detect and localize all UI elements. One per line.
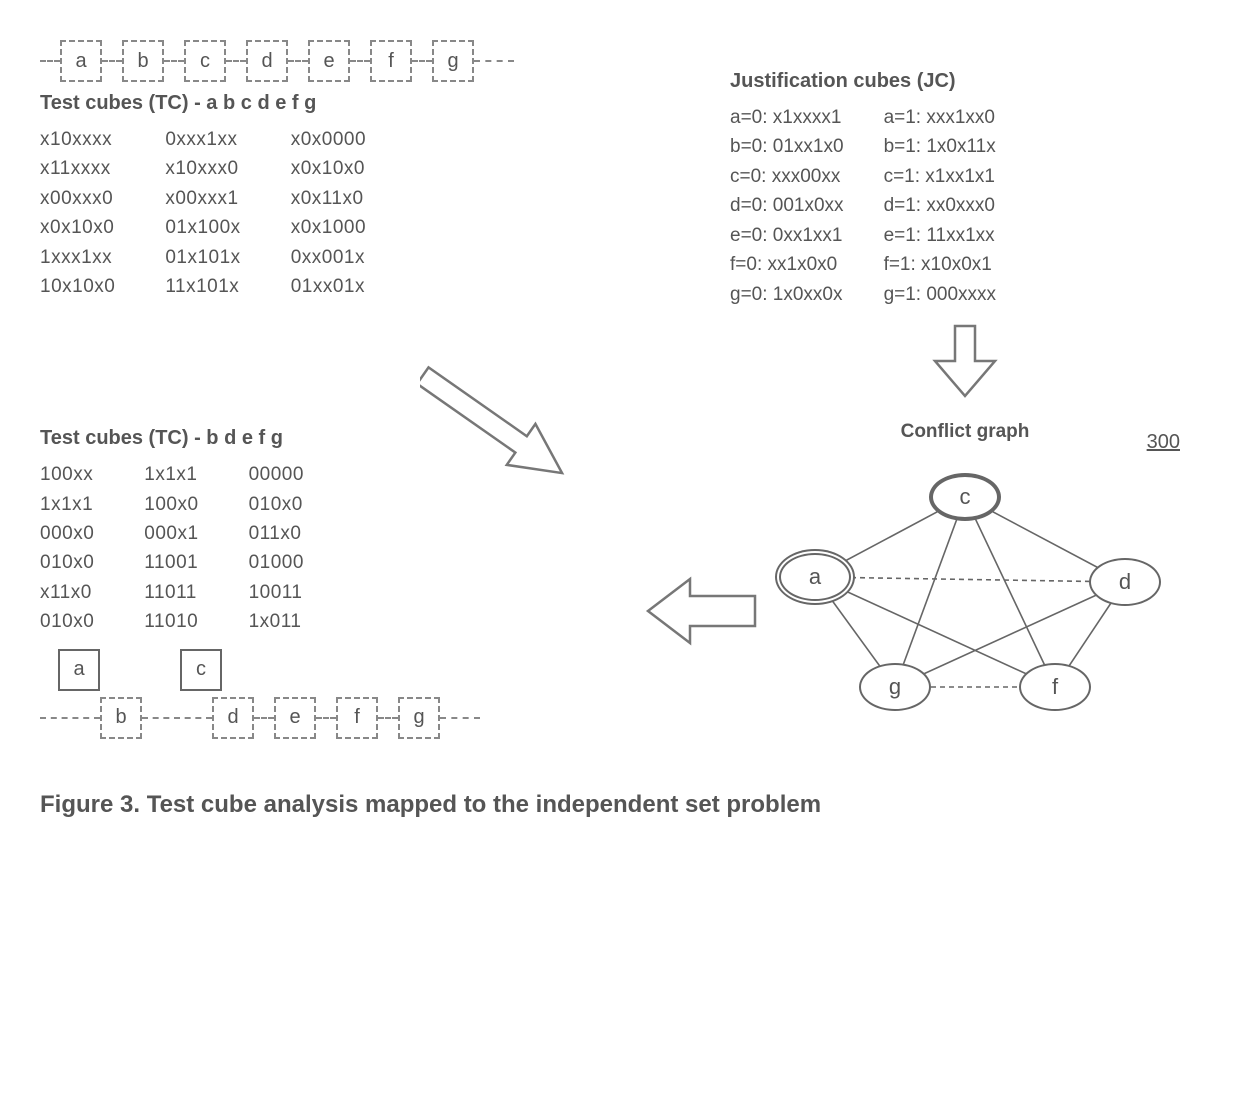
jc-value: d=1: xx0xxx0 xyxy=(884,191,997,220)
chain-cell: f xyxy=(370,40,412,82)
jc-value: c=1: x1xx1x1 xyxy=(884,162,997,191)
graph-node-a: a xyxy=(779,553,851,601)
jc-value: b=1: 1x0x11x xyxy=(884,132,997,161)
tc-value: 0xxx1xx xyxy=(165,125,240,154)
tc-value: 010x0 xyxy=(40,548,94,577)
graph-node-d: d xyxy=(1089,558,1161,606)
removed-cell: a xyxy=(58,649,100,691)
tc-value: 01x100x xyxy=(165,213,240,242)
jc-table: a=0: x1xxxx1 b=0: 01xx1x0 c=0: xxx00xx d… xyxy=(730,103,1200,309)
jc-value: d=0: 001x0xx xyxy=(730,191,844,220)
tc-value: x10xxxx xyxy=(40,125,115,154)
jc-value: c=0: xxx00xx xyxy=(730,162,844,191)
jc-title: Justification cubes (JC) xyxy=(730,70,1200,93)
graph-node-c: c xyxy=(929,473,1001,521)
chain-cell: e xyxy=(308,40,350,82)
jc-value: a=0: x1xxxx1 xyxy=(730,103,844,132)
tc-value: 1x011 xyxy=(249,607,304,636)
scan-chain-top: a b c d e f g xyxy=(40,40,700,82)
removed-cell: c xyxy=(180,649,222,691)
tc-value: x0x10x0 xyxy=(291,154,366,183)
graph-node-g: g xyxy=(859,663,931,711)
arrow-diagonal-icon xyxy=(420,341,640,501)
tc-value: 010x0 xyxy=(40,607,94,636)
tc-value: x10xxx0 xyxy=(165,154,240,183)
tc-value: 00000 xyxy=(249,460,304,489)
graph-node-f: f xyxy=(1019,663,1091,711)
tc-value: 01x101x xyxy=(165,243,240,272)
jc-value: g=0: 1x0xx0x xyxy=(730,280,844,309)
jc-value: f=0: xx1x0x0 xyxy=(730,250,844,279)
tc-value: 0xx001x xyxy=(291,243,366,272)
tc-value: 1xxx1xx xyxy=(40,243,115,272)
tc-value: x11xxxx xyxy=(40,154,115,183)
tc-value: 100x0 xyxy=(144,490,198,519)
chain-cell: d xyxy=(246,40,288,82)
tc1-table: x10xxxx x11xxxx x00xxx0 x0x10x0 1xxx1xx … xyxy=(40,125,700,302)
tc-value: 1x1x1 xyxy=(144,460,198,489)
tc-value: x0x11x0 xyxy=(291,184,366,213)
conflict-graph: c a d g f xyxy=(745,447,1185,727)
tc-value: x00xxx1 xyxy=(165,184,240,213)
figure-caption: Figure 3. Test cube analysis mapped to t… xyxy=(40,789,1060,821)
tc-value: 10x10x0 xyxy=(40,272,115,301)
jc-value: e=1: 11xx1xx xyxy=(884,221,997,250)
scan-chain-bottom: b d e f g xyxy=(40,697,670,739)
chain-cell: g xyxy=(398,697,440,739)
tc-value: x00xxx0 xyxy=(40,184,115,213)
tc-value: 11x101x xyxy=(165,272,240,301)
chain-cell: b xyxy=(122,40,164,82)
tc-value: x0x10x0 xyxy=(40,213,115,242)
tc-value: 01000 xyxy=(249,548,304,577)
chain-cell: g xyxy=(432,40,474,82)
tc-value: 011x0 xyxy=(249,519,304,548)
tc-value: 1x1x1 xyxy=(40,490,94,519)
tc-value: 10011 xyxy=(249,578,304,607)
jc-value: g=1: 000xxxx xyxy=(884,280,997,309)
chain-cell: e xyxy=(274,697,316,739)
tc-value: x0x1000 xyxy=(291,213,366,242)
tc-value: 11001 xyxy=(144,548,198,577)
chain-cell: f xyxy=(336,697,378,739)
tc-value: 01xx01x xyxy=(291,272,366,301)
tc-value: 000x1 xyxy=(144,519,198,548)
chain-cell: b xyxy=(100,697,142,739)
jc-value: b=0: 01xx1x0 xyxy=(730,132,844,161)
arrow-down-icon xyxy=(915,321,1015,401)
chain-cell: c xyxy=(184,40,226,82)
tc-value: 11011 xyxy=(144,578,198,607)
tc-value: 000x0 xyxy=(40,519,94,548)
tc1-title: Test cubes (TC) - a b c d e f g xyxy=(40,92,700,115)
tc-value: x11x0 xyxy=(40,578,94,607)
graph-title: Conflict graph xyxy=(730,421,1200,443)
tc-value: 11010 xyxy=(144,607,198,636)
jc-value: f=1: x10x0x1 xyxy=(884,250,997,279)
chain-cell: d xyxy=(212,697,254,739)
tc-value: 100xx xyxy=(40,460,94,489)
chain-cell: a xyxy=(60,40,102,82)
tc-value: x0x0000 xyxy=(291,125,366,154)
tc-value: 010x0 xyxy=(249,490,304,519)
jc-value: e=0: 0xx1xx1 xyxy=(730,221,844,250)
jc-value: a=1: xxx1xx0 xyxy=(884,103,997,132)
